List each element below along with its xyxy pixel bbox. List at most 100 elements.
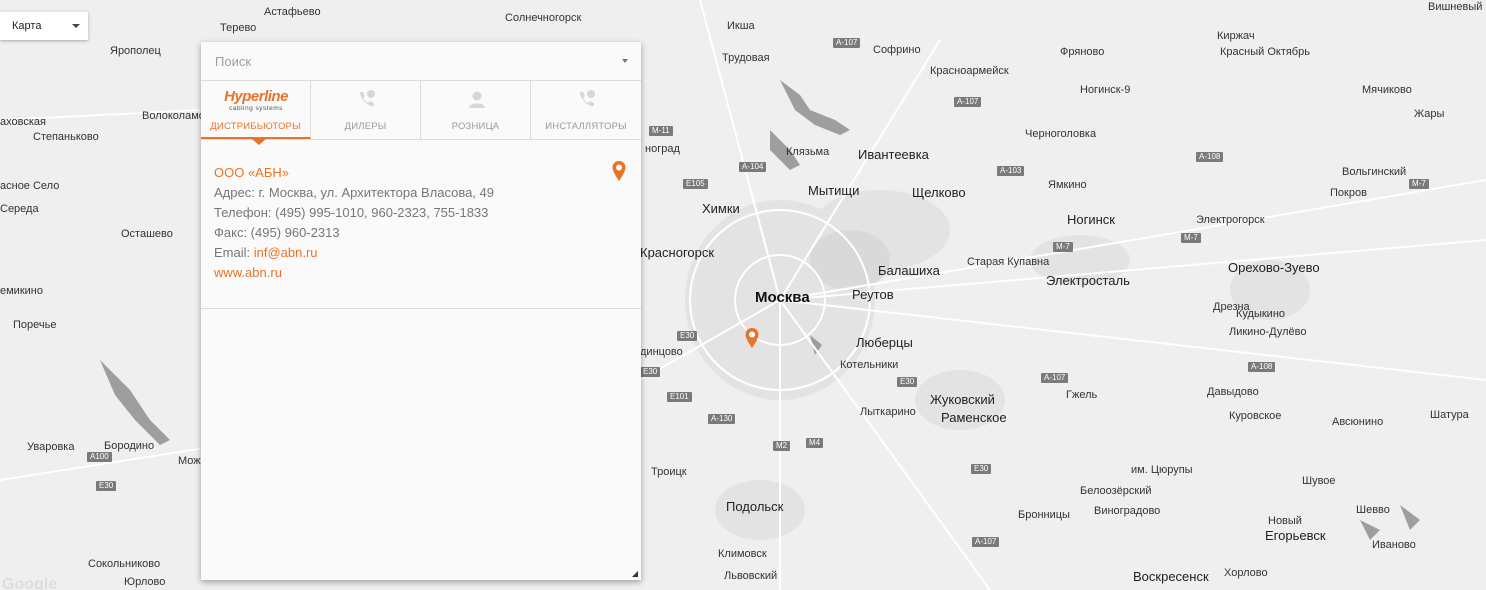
- road-shield: A-130: [708, 414, 736, 424]
- map-place-label: Юрлово: [124, 576, 166, 588]
- google-logo: Google: [2, 576, 58, 590]
- tab-retail[interactable]: РОЗНИЦА: [421, 81, 531, 139]
- map-place-label: им. Цюрупы: [1131, 464, 1193, 476]
- map-place-label: Шевво: [1356, 504, 1390, 516]
- map-place-label: Ликино-Дулёво: [1229, 326, 1307, 338]
- map-pin-icon[interactable]: [611, 160, 627, 182]
- map-place-label: Солнечногорск: [505, 12, 582, 24]
- map-place-label: Куровское: [1229, 410, 1282, 422]
- map-place-label: Поречье: [13, 319, 57, 331]
- map-place-label: Виноградово: [1094, 505, 1161, 517]
- road-shield: M-11: [649, 126, 673, 136]
- map-place-label: Астафьево: [264, 6, 321, 18]
- road-shield: E30: [96, 481, 117, 491]
- map-place-label: асное Село: [0, 180, 60, 192]
- website-link[interactable]: www.abn.ru: [214, 265, 282, 281]
- road-shield: A-103: [997, 166, 1025, 176]
- road-shield: E30: [971, 464, 992, 474]
- map-place-label: Белоозёрский: [1080, 485, 1152, 497]
- map-place-label: Жуковский: [930, 392, 995, 407]
- road-shield: A-107: [1041, 373, 1069, 383]
- map-place-label: Трудовая: [722, 52, 770, 64]
- map-type-dropdown[interactable]: Карта: [0, 12, 88, 40]
- search-input[interactable]: [213, 50, 607, 72]
- resize-handle[interactable]: [632, 571, 638, 577]
- map-place-label: Гжель: [1066, 389, 1098, 401]
- road-shield: A100: [87, 452, 112, 462]
- map-place-label: Мытищи: [808, 183, 860, 198]
- map-place-label: Иваново: [1372, 539, 1416, 551]
- email: Email: inf@abn.ru: [214, 245, 318, 260]
- map-place-label: Котельники: [840, 359, 899, 371]
- map-place-label: Степаньково: [33, 131, 99, 143]
- chevron-down-icon: [72, 24, 80, 28]
- list-item[interactable]: ООО «АБН» Адрес: г. Москва, ул. Архитект…: [201, 140, 641, 309]
- map-place-label: Электросталь: [1046, 273, 1130, 288]
- map-place-label: Электрогорск: [1196, 214, 1265, 226]
- road-shield: A-108: [1196, 152, 1224, 162]
- map-place-label: Мячиково: [1362, 84, 1412, 96]
- road-shield: M-7: [1053, 242, 1073, 252]
- road-shield: E30: [677, 331, 698, 341]
- tab-dealers[interactable]: ДИЛЕРЫ: [311, 81, 421, 139]
- road-shield: M-7: [1409, 179, 1429, 189]
- map-place-label: Подольск: [726, 499, 784, 514]
- map-place-label: аховская: [0, 116, 46, 128]
- map-place-label: Орехово-Зуево: [1228, 260, 1320, 275]
- map-place-label: Терево: [220, 22, 257, 34]
- map-place-label: Ногинск: [1067, 212, 1115, 227]
- map-place-label: Уваровка: [27, 441, 75, 453]
- map-place-label: Бронницы: [1018, 509, 1070, 521]
- chevron-down-icon[interactable]: [622, 59, 628, 63]
- map-place-label: динцово: [640, 346, 683, 358]
- tab-installers[interactable]: ИНСТАЛЛЯТОРЫ: [531, 81, 641, 139]
- map-place-label: Реутов: [852, 287, 894, 302]
- email-link[interactable]: inf@abn.ru: [254, 245, 318, 260]
- map-place-label: Хорлово: [1224, 567, 1268, 579]
- map-place-label: Старая Купавна: [967, 256, 1050, 268]
- map-place-label: Раменское: [941, 410, 1007, 425]
- road-shield: A-108: [1248, 362, 1276, 372]
- map-place-label: Ямкино: [1048, 179, 1087, 191]
- map-place-label: Середа: [0, 203, 39, 215]
- hyperline-logo: Hyperline cabling systems: [224, 88, 288, 113]
- phone-badge-icon: [360, 90, 375, 107]
- map-place-label: Черноголовка: [1025, 128, 1097, 140]
- road-shield: A-107: [954, 97, 982, 107]
- map-place-label: Красноармейск: [930, 65, 1009, 77]
- tab-distributors[interactable]: Hyperline cabling systems ДИСТРИБЬЮТОРЫ: [201, 81, 311, 145]
- road-shield: A-104: [739, 162, 767, 172]
- map-place-label: Волоколамск: [142, 110, 210, 122]
- fax: Факс: (495) 960-2313: [214, 225, 340, 240]
- map-place-label: Красногорск: [640, 245, 715, 260]
- tab-label: ДИСТРИБЬЮТОРЫ: [210, 121, 301, 132]
- road-shield: M4: [806, 438, 824, 448]
- map-place-label: Давыдово: [1207, 386, 1259, 398]
- map-pin-icon[interactable]: [744, 327, 760, 349]
- map-place-label: Жары: [1414, 108, 1445, 120]
- map-place-label: Клязьма: [786, 146, 830, 158]
- map-place-label: Шувое: [1302, 475, 1336, 487]
- dealer-panel: Hyperline cabling systems ДИСТРИБЬЮТОРЫ …: [201, 42, 641, 580]
- company-name[interactable]: ООО «АБН»: [214, 165, 289, 181]
- map-place-label: Осташево: [121, 228, 173, 240]
- address: Адрес: г. Москва, ул. Архитектора Власов…: [214, 185, 494, 200]
- road-shield: M2: [773, 441, 791, 451]
- map-place-label: Киржач: [1217, 30, 1255, 42]
- map-place-label: Вольгинский: [1342, 166, 1407, 178]
- road-shield: A-107: [972, 537, 1000, 547]
- map-place-label: Кудыкино: [1236, 308, 1286, 320]
- map-place-label: Ярополец: [110, 45, 161, 57]
- tab-label: ИНСТАЛЛЯТОРЫ: [545, 121, 627, 132]
- road-shield: E30: [640, 367, 661, 377]
- road-shield: E105: [683, 179, 708, 189]
- category-tabs: Hyperline cabling systems ДИСТРИБЬЮТОРЫ …: [201, 81, 641, 145]
- map-place-label: Красный Октябрь: [1220, 46, 1310, 58]
- map-place-label: Троицк: [651, 466, 687, 478]
- map-place-label: ноград: [645, 143, 680, 155]
- road-shield: E30: [897, 377, 918, 387]
- map-place-label: Климовск: [718, 548, 767, 560]
- search-bar: [201, 42, 641, 81]
- phone-badge-icon: [580, 90, 595, 107]
- map-place-label: Фряново: [1060, 46, 1105, 58]
